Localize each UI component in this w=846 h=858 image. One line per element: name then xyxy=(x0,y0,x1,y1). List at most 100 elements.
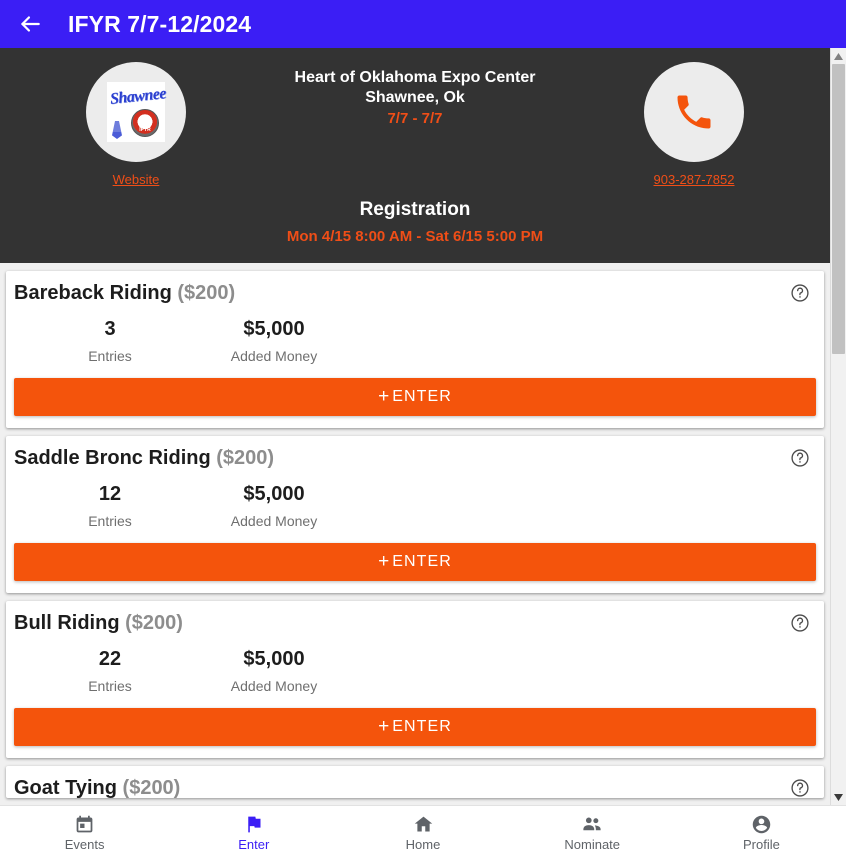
added-money-label: Added Money xyxy=(230,678,318,694)
venue-block: Heart of Oklahoma Expo Center Shawnee, O… xyxy=(226,62,604,127)
registration-block: Registration Mon 4/15 8:00 AM - Sat 6/15… xyxy=(0,199,830,245)
event-card-stats: 3 Entries $5,000 Added Money xyxy=(6,317,824,364)
nav-item-nominate[interactable]: Nominate xyxy=(508,813,677,851)
event-card-list: Bareback Riding ($200) 3 Entries $5,000 … xyxy=(0,271,830,798)
event-fee: ($200) xyxy=(177,282,236,304)
event-fee: ($200) xyxy=(216,447,275,469)
event-card-title: Goat Tying ($200) xyxy=(14,776,180,798)
entries-stat: 22 Entries xyxy=(46,647,174,694)
event-card-stats: 22 Entries $5,000 Added Money xyxy=(6,647,824,694)
added-money-label: Added Money xyxy=(230,348,318,364)
added-money-stat: $5,000 Added Money xyxy=(174,647,374,694)
event-card-title: Bull Riding ($200) xyxy=(14,611,183,635)
entries-value: 22 xyxy=(98,648,122,670)
entries-label: Entries xyxy=(88,513,132,529)
event-card: Bull Riding ($200) 22 Entries $5,000 Add… xyxy=(6,601,824,758)
nav-label-enter: Enter xyxy=(238,836,270,852)
event-name: Saddle Bronc Riding xyxy=(14,447,211,469)
entries-label: Entries xyxy=(88,678,132,694)
page-title: IFYR 7/7-12/2024 xyxy=(68,10,252,37)
app-root: IFYR 7/7-12/2024 Shawnee IFYR Website He… xyxy=(0,0,846,858)
event-logo-circle[interactable]: Shawnee xyxy=(86,62,186,162)
bottom-navigation: Events Enter Home Nominate Profile xyxy=(0,805,846,858)
enter-button-label: ENTER xyxy=(392,388,452,405)
enter-button[interactable]: + ENTER xyxy=(14,378,816,416)
added-money-value: $5,000 xyxy=(243,648,305,670)
event-card: Bareback Riding ($200) 3 Entries $5,000 … xyxy=(6,271,824,428)
website-link[interactable]: Website xyxy=(113,172,160,187)
nav-label-events: Events xyxy=(64,836,105,852)
event-fee: ($200) xyxy=(122,777,181,798)
phone-number-link[interactable]: 903-287-7852 xyxy=(654,172,735,187)
calendar-icon xyxy=(74,814,95,835)
event-name: Bull Riding xyxy=(14,612,120,634)
event-card-header: Bareback Riding ($200) xyxy=(6,281,824,305)
event-fee: ($200) xyxy=(125,612,183,634)
help-circle-icon[interactable] xyxy=(790,778,812,798)
plus-icon: + xyxy=(378,716,390,737)
venue-city: Shawnee, Ok xyxy=(365,89,465,107)
entries-stat: 12 Entries xyxy=(46,482,174,529)
arrow-left-icon xyxy=(17,11,43,37)
logo-script-text: Shawnee xyxy=(109,85,167,108)
added-money-value: $5,000 xyxy=(243,483,305,505)
added-money-value: $5,000 xyxy=(243,318,305,340)
registration-title: Registration xyxy=(359,199,471,220)
home-icon xyxy=(413,814,434,835)
nav-item-events[interactable]: Events xyxy=(0,814,169,851)
phone-block: 903-287-7852 xyxy=(604,62,784,187)
nav-item-enter[interactable]: Enter xyxy=(169,814,338,851)
event-card-header: Goat Tying ($200) xyxy=(6,776,824,798)
nav-label-home: Home xyxy=(405,836,441,852)
account-circle-icon xyxy=(751,814,772,835)
help-circle-icon[interactable] xyxy=(790,448,812,470)
enter-button[interactable]: + ENTER xyxy=(14,543,816,581)
shawnee-ifyr-logo: Shawnee xyxy=(107,82,167,142)
enter-button-label: ENTER xyxy=(392,553,452,570)
event-card: Goat Tying ($200) xyxy=(6,766,824,798)
scroll-down-arrow-icon[interactable] xyxy=(831,789,846,805)
flag-icon xyxy=(243,814,264,835)
enter-button-label: ENTER xyxy=(392,718,452,735)
logo-feather-shape xyxy=(112,121,122,139)
event-card-title: Saddle Bronc Riding ($200) xyxy=(14,446,274,470)
nav-item-home[interactable]: Home xyxy=(338,814,507,851)
entries-value: 3 xyxy=(104,318,116,340)
event-card-title: Bareback Riding ($200) xyxy=(14,281,235,305)
help-circle-icon[interactable] xyxy=(790,613,812,635)
added-money-label: Added Money xyxy=(230,513,318,529)
nav-item-profile[interactable]: Profile xyxy=(677,814,846,851)
nav-label-profile: Profile xyxy=(742,836,780,852)
venue-name: Heart of Oklahoma Expo Center xyxy=(294,69,536,86)
event-info-top-row: Shawnee Website Heart of Oklahoma Expo C… xyxy=(0,62,830,187)
scroll-content: Shawnee Website Heart of Oklahoma Expo C… xyxy=(0,48,830,805)
plus-icon: + xyxy=(378,551,390,572)
scroll-up-arrow-icon[interactable] xyxy=(831,48,846,64)
registration-window: Mon 4/15 8:00 AM - Sat 6/15 5:00 PM xyxy=(286,228,544,245)
back-button[interactable] xyxy=(10,4,50,44)
event-card: Saddle Bronc Riding ($200) 12 Entries $5… xyxy=(6,436,824,593)
people-icon xyxy=(581,813,603,835)
event-info-panel: Shawnee Website Heart of Oklahoma Expo C… xyxy=(0,48,830,263)
event-name: Bareback Riding xyxy=(14,282,172,304)
added-money-stat: $5,000 Added Money xyxy=(174,482,374,529)
logo-emblem-shape xyxy=(131,109,159,137)
scrollbar-thumb[interactable] xyxy=(832,64,845,354)
phone-call-circle[interactable] xyxy=(644,62,744,162)
phone-icon xyxy=(672,90,716,134)
entries-stat: 3 Entries xyxy=(46,317,174,364)
enter-button[interactable]: + ENTER xyxy=(14,708,816,746)
nav-label-nominate: Nominate xyxy=(564,837,621,852)
entries-value: 12 xyxy=(98,483,122,505)
event-card-header: Bull Riding ($200) xyxy=(6,611,824,635)
vertical-scrollbar[interactable] xyxy=(830,48,846,805)
added-money-stat: $5,000 Added Money xyxy=(174,317,374,364)
event-dates: 7/7 - 7/7 xyxy=(387,109,443,127)
entries-label: Entries xyxy=(88,348,132,364)
plus-icon: + xyxy=(378,386,390,407)
app-bar: IFYR 7/7-12/2024 xyxy=(0,0,846,48)
website-block: Shawnee Website xyxy=(46,62,226,187)
event-name: Goat Tying xyxy=(14,777,117,798)
help-circle-icon[interactable] xyxy=(790,283,812,305)
scroll-region: Shawnee Website Heart of Oklahoma Expo C… xyxy=(0,48,846,805)
